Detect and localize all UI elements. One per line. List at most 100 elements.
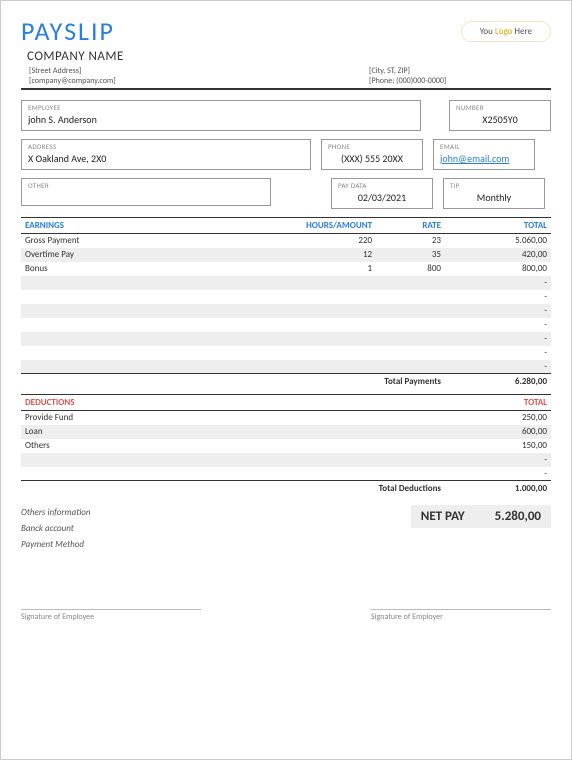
field-employee: EMPLOYEE john S. Anderson (21, 100, 421, 131)
cell-desc (21, 453, 445, 467)
cell-rate: 35 (376, 248, 445, 262)
deductions-table: DEDUCTIONS TOTAL Provide Fund250,00Loan6… (21, 394, 551, 495)
cell-hours: 12 (260, 248, 377, 262)
cell-hours: 1 (260, 262, 377, 276)
field-value: X Oakland Ave, 2X0 (28, 152, 304, 165)
field-address: ADDRESS X Oakland Ave, 2X0 (21, 139, 311, 170)
earnings-table: EARNINGS HOURS/AMOUNT RATE TOTAL Gross P… (21, 217, 551, 388)
field-value: Monthly (450, 191, 538, 204)
cell-total: 420,00 (445, 248, 551, 262)
table-row: - (21, 346, 551, 360)
cell-total: - (445, 318, 551, 332)
company-name: COMPANY NAME (27, 49, 551, 64)
field-label: PHONE (328, 142, 416, 151)
cell-total: 800,00 (445, 262, 551, 276)
col-hours: HOURS/AMOUNT (260, 218, 377, 234)
cell-desc (21, 360, 260, 374)
cell-desc: Gross Payment (21, 234, 260, 248)
cell-hours (260, 290, 377, 304)
logo-placeholder: You Logo Here (461, 21, 551, 42)
cell-rate (376, 304, 445, 318)
cell-rate (376, 360, 445, 374)
cell-desc: Overtime Pay (21, 248, 260, 262)
cell-rate: 23 (376, 234, 445, 248)
table-row: - (21, 360, 551, 374)
cell-desc (21, 332, 260, 346)
table-row: - (21, 332, 551, 346)
company-phone: [Phone: (000)000-0000] (369, 76, 551, 86)
field-label: EMAIL (440, 142, 528, 151)
cell-hours (260, 304, 377, 318)
cell-rate: 800 (376, 262, 445, 276)
net-pay-label: NET PAY (421, 509, 465, 524)
total-deductions-value: 1.000,00 (445, 481, 551, 496)
divider (21, 88, 551, 90)
table-row: - (21, 453, 551, 467)
field-paydata: PAY DATA 02/03/2021 (331, 178, 433, 209)
cell-desc (21, 346, 260, 360)
signature-employee: Signature of Employee (21, 609, 201, 622)
field-label: NUMBER (456, 103, 544, 112)
net-pay-box: NET PAY 5.280,00 (411, 505, 551, 528)
col-total: TOTAL (445, 218, 551, 234)
cell-total: - (445, 304, 551, 318)
field-email: EMAIL john@email.com (433, 139, 535, 170)
cell-total: 250,00 (445, 411, 551, 425)
cell-hours (260, 276, 377, 290)
company-email: [company@company.com] (29, 76, 369, 86)
cell-total: 600,00 (445, 425, 551, 439)
payment-method: Payment Method (21, 537, 91, 553)
cell-rate (376, 318, 445, 332)
table-row: - (21, 318, 551, 332)
field-label: PAY DATA (338, 181, 426, 190)
cell-total: - (445, 276, 551, 290)
cell-rate (376, 346, 445, 360)
cell-hours (260, 332, 377, 346)
cell-desc (21, 318, 260, 332)
company-street: [Street Address] (29, 66, 369, 76)
total-payments-label: Total Payments (376, 374, 445, 389)
cell-total: - (445, 290, 551, 304)
cell-total: - (445, 332, 551, 346)
signature-employer: Signature of Employer (371, 609, 551, 622)
table-row: - (21, 304, 551, 318)
field-value-link[interactable]: john@email.com (440, 152, 528, 165)
others-information: Others information (21, 505, 91, 521)
cell-desc: Provide Fund (21, 411, 445, 425)
cell-total: 150,00 (445, 439, 551, 453)
cell-desc (21, 304, 260, 318)
col-desc: EARNINGS (21, 218, 260, 234)
cell-hours (260, 360, 377, 374)
net-pay-value: 5.280,00 (495, 509, 541, 524)
cell-hours: 220 (260, 234, 377, 248)
logo-text-pre: You (480, 26, 495, 37)
cell-desc (21, 276, 260, 290)
cell-total: - (445, 360, 551, 374)
cell-desc (21, 290, 260, 304)
bank-account: Banck account (21, 521, 91, 537)
total-deductions-label: Total Deductions (21, 481, 445, 496)
field-value: X2505Y0 (456, 113, 544, 126)
table-row: Bonus1800800,00 (21, 262, 551, 276)
cell-rate (376, 290, 445, 304)
table-row: Loan600,00 (21, 425, 551, 439)
table-row: - (21, 467, 551, 481)
logo-text-post: Here (512, 26, 532, 37)
field-value: john S. Anderson (28, 113, 414, 126)
cell-hours (260, 346, 377, 360)
company-city: [City, ST, ZIP] (369, 66, 551, 76)
cell-total: - (445, 453, 551, 467)
field-number: NUMBER X2505Y0 (449, 100, 551, 131)
field-label: OTHER (28, 181, 264, 190)
field-value: (XXX) 555 20XX (328, 152, 416, 165)
cell-total: - (445, 346, 551, 360)
col-desc: DEDUCTIONS (21, 395, 445, 411)
table-row: Provide Fund250,00 (21, 411, 551, 425)
total-payments-value: 6.280,00 (445, 374, 551, 389)
table-row: Overtime Pay1235420,00 (21, 248, 551, 262)
table-row: - (21, 290, 551, 304)
col-total: TOTAL (445, 395, 551, 411)
cell-desc: Others (21, 439, 445, 453)
table-row: Gross Payment220235.060,00 (21, 234, 551, 248)
logo-text-word: Logo (495, 26, 512, 37)
